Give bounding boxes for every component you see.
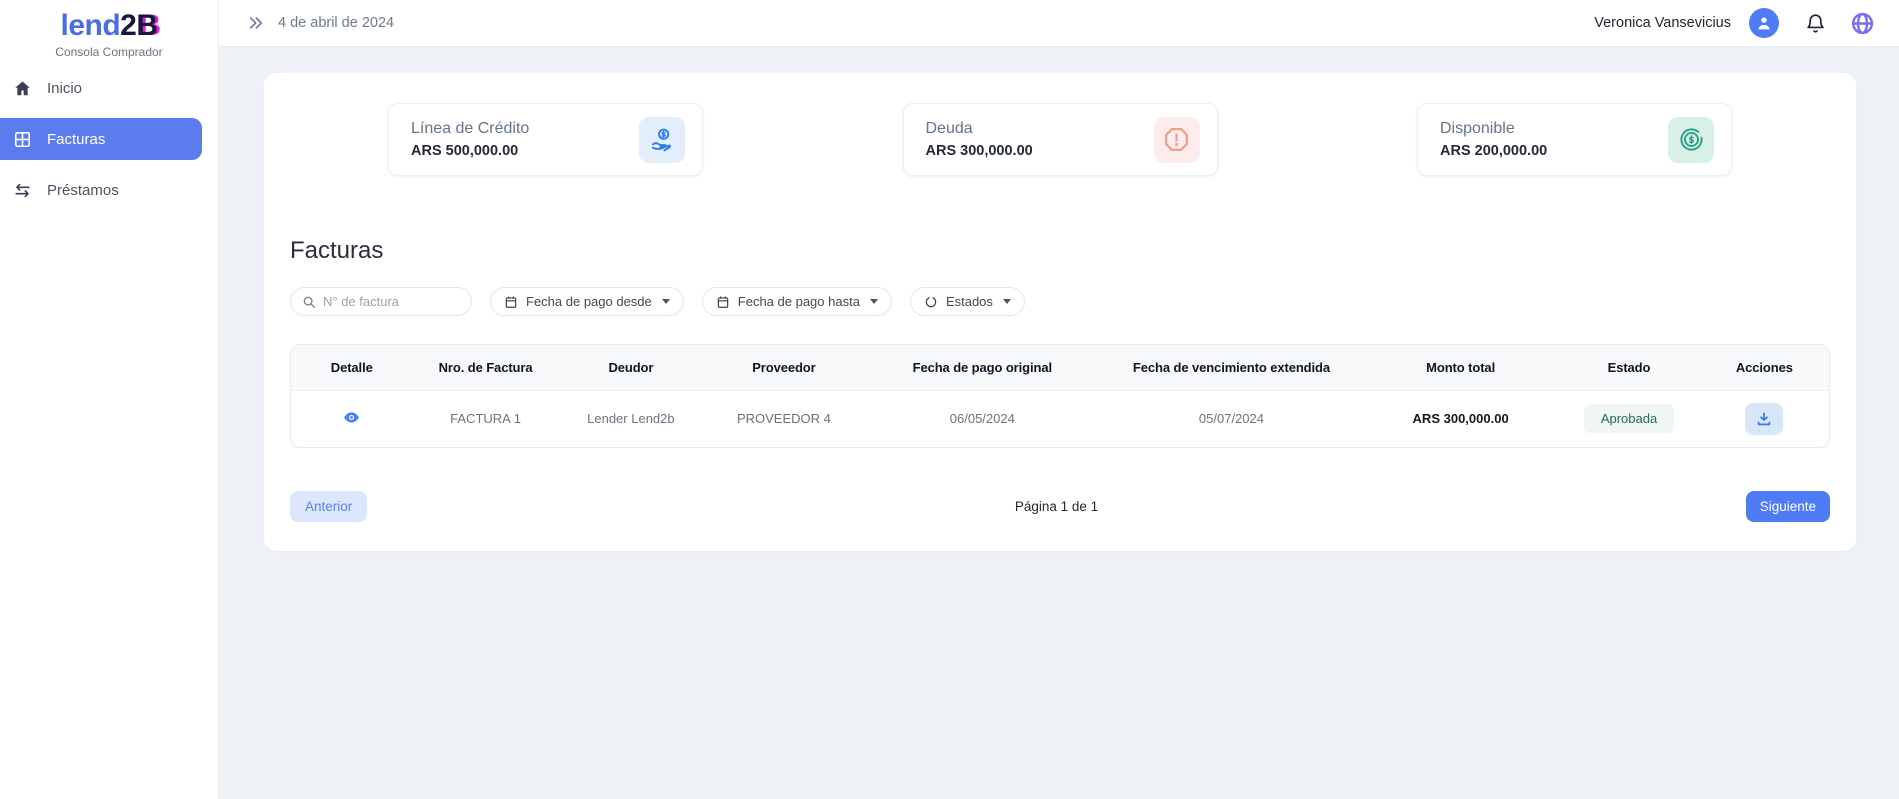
sidebar-item-label: Inicio	[47, 80, 82, 97]
home-icon	[13, 79, 32, 98]
eye-icon	[343, 409, 360, 426]
brand-logo-2: 2	[120, 9, 136, 42]
invoices-table: Detalle Nro. de Factura Deudor Proveedor…	[290, 344, 1830, 448]
svg-text:$: $	[1688, 136, 1694, 146]
sidebar-item-label: Facturas	[47, 131, 105, 148]
circle-icon	[924, 295, 938, 309]
invoice-search[interactable]	[290, 287, 472, 316]
coins-icon: $	[1668, 117, 1714, 163]
stat-title: Disponible	[1440, 120, 1547, 138]
svg-text:$: $	[661, 130, 666, 139]
column-header: Nro. de Factura	[413, 345, 559, 390]
grid-icon	[13, 130, 32, 149]
column-header: Detalle	[291, 345, 413, 390]
filters-row: Fecha de pago desde Fecha de pago hasta …	[290, 287, 1830, 316]
download-button[interactable]	[1745, 403, 1783, 435]
cell-amount: ARS 300,000.00	[1363, 390, 1558, 447]
table-header-row: Detalle Nro. de Factura Deudor Proveedor…	[291, 345, 1829, 390]
chevron-down-icon	[662, 299, 670, 304]
notifications-bell-icon[interactable]	[1805, 13, 1826, 34]
transfer-icon	[13, 181, 32, 200]
brand-logo-b: B	[136, 9, 157, 42]
filter-date-from[interactable]: Fecha de pago desde	[490, 287, 684, 316]
stat-value: ARS 500,000.00	[411, 143, 529, 159]
view-detail-button[interactable]	[343, 409, 360, 426]
hand-coin-icon: $	[639, 117, 685, 163]
search-input[interactable]	[323, 294, 460, 309]
page-title: Facturas	[290, 237, 1830, 265]
person-icon	[1755, 14, 1773, 32]
download-icon	[1756, 411, 1772, 427]
column-header: Monto total	[1363, 345, 1558, 390]
calendar-icon	[504, 295, 518, 309]
stat-card-disponible: Disponible ARS 200,000.00 $	[1417, 103, 1732, 176]
sidebar-nav: Inicio Facturas Préstamos	[0, 66, 218, 212]
stat-value: ARS 300,000.00	[926, 143, 1033, 159]
sidebar-item-inicio[interactable]: Inicio	[0, 66, 218, 110]
sidebar: lend2B Consola Comprador Inicio Facturas…	[0, 0, 219, 799]
cell-original-date: 06/05/2024	[865, 390, 1100, 447]
brand-logo: lend2B	[0, 10, 218, 42]
stat-title: Línea de Crédito	[411, 120, 529, 138]
cell-invoice-number: FACTURA 1	[413, 390, 559, 447]
sidebar-item-facturas[interactable]: Facturas	[0, 118, 202, 160]
status-badge: Aprobada	[1584, 404, 1674, 433]
sidebar-item-prestamos[interactable]: Préstamos	[0, 168, 218, 212]
user-name: Veronica Vansevicius	[1594, 15, 1731, 31]
next-page-button[interactable]: Siguiente	[1746, 491, 1830, 522]
main-panel: Línea de Crédito ARS 500,000.00 $ Deuda …	[264, 73, 1856, 551]
stat-value: ARS 200,000.00	[1440, 143, 1547, 159]
stat-title: Deuda	[926, 120, 1033, 138]
filter-label: Fecha de pago hasta	[738, 294, 860, 309]
cell-provider: PROVEEDOR 4	[703, 390, 864, 447]
column-header: Acciones	[1700, 345, 1829, 390]
sidebar-collapse-icon[interactable]	[247, 14, 265, 32]
chevron-down-icon	[1003, 299, 1011, 304]
calendar-icon	[716, 295, 730, 309]
sidebar-item-label: Préstamos	[47, 182, 119, 199]
user-avatar[interactable]	[1749, 8, 1779, 38]
topbar: 4 de abril de 2024 Veronica Vansevicius	[219, 0, 1899, 47]
column-header: Deudor	[559, 345, 704, 390]
stat-card-linea-de-credito: Línea de Crédito ARS 500,000.00 $	[388, 103, 703, 176]
stat-card-deuda: Deuda ARS 300,000.00	[903, 103, 1218, 176]
page-info: Página 1 de 1	[367, 499, 1745, 514]
stats-row: Línea de Crédito ARS 500,000.00 $ Deuda …	[264, 73, 1856, 176]
brand-subtitle: Consola Comprador	[0, 45, 218, 59]
filter-label: Fecha de pago desde	[526, 294, 652, 309]
column-header: Fecha de vencimiento extendida	[1100, 345, 1363, 390]
language-globe-icon[interactable]	[1850, 11, 1875, 36]
filter-date-to[interactable]: Fecha de pago hasta	[702, 287, 892, 316]
filter-label: Estados	[946, 294, 993, 309]
current-date: 4 de abril de 2024	[278, 15, 394, 31]
table-row: FACTURA 1 Lender Lend2b PROVEEDOR 4 06/0…	[291, 390, 1829, 447]
cell-debtor: Lender Lend2b	[559, 390, 704, 447]
previous-page-button[interactable]: Anterior	[290, 491, 367, 522]
column-header: Proveedor	[703, 345, 864, 390]
brand-logo-lend: lend	[60, 9, 120, 42]
pagination: Anterior Página 1 de 1 Siguiente	[290, 491, 1830, 522]
column-header: Fecha de pago original	[865, 345, 1100, 390]
chevron-down-icon	[870, 299, 878, 304]
cell-extended-date: 05/07/2024	[1100, 390, 1363, 447]
search-icon	[302, 295, 316, 309]
filter-states[interactable]: Estados	[910, 287, 1025, 316]
alert-octagon-icon	[1154, 117, 1200, 163]
column-header: Estado	[1558, 345, 1699, 390]
